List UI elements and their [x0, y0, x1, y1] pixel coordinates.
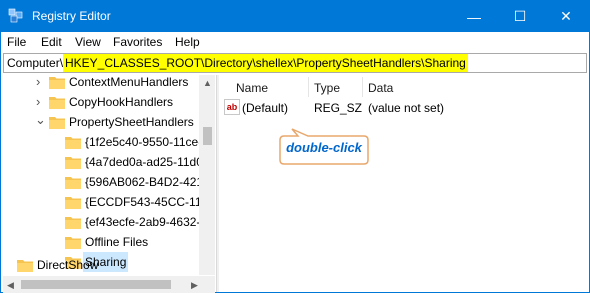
column-separator[interactable]: [362, 77, 363, 97]
tree-item-guid-1f2e5c40[interactable]: {1f2e5c40-9550-11ce-: [3, 132, 203, 152]
tree-item-directshow[interactable]: › DirectShow: [3, 255, 199, 275]
chevron-down-icon[interactable]: ⌄: [35, 110, 46, 127]
address-path-highlighted[interactable]: HKEY_CLASSES_ROOT\Directory\shellex\Prop…: [63, 54, 468, 72]
address-prefix: Computer\: [7, 56, 64, 70]
scroll-right-icon[interactable]: ▶: [191, 280, 198, 291]
scroll-up-icon[interactable]: ▲: [203, 78, 212, 88]
tree-horizontal-scrollbar[interactable]: ◀ ▶: [3, 276, 215, 293]
menu-bar: File Edit View Favorites Help: [1, 32, 589, 52]
callout-text: double-click: [286, 140, 362, 155]
scrollbar-thumb[interactable]: [203, 127, 212, 145]
address-bar[interactable]: Computer\ HKEY_CLASSES_ROOT\Directory\sh…: [3, 53, 587, 73]
registry-editor-icon: [8, 8, 23, 23]
tree-item-label: {1f2e5c40-9550-11ce-: [85, 135, 203, 149]
tree-item-guid-ef43ecfe[interactable]: {ef43ecfe-2ab9-4632-: [3, 212, 201, 232]
pane-splitter[interactable]: [216, 75, 219, 292]
minimize-icon: —: [467, 8, 481, 25]
value-type: REG_SZ: [314, 101, 363, 115]
tree-item-copyhookhandlers[interactable]: › CopyHookHandlers: [3, 92, 199, 112]
minimize-button[interactable]: —: [451, 1, 497, 32]
value-data: (value not set): [368, 101, 445, 115]
tree-item-label: PropertySheetHandlers: [69, 115, 194, 129]
tree-item-label: {ef43ecfe-2ab9-4632-: [85, 215, 201, 229]
scroll-left-icon[interactable]: ◀: [7, 280, 14, 291]
registry-editor-window: Registry Editor — ☐ ✕ File Edit View Fav…: [0, 0, 590, 293]
maximize-icon: ☐: [513, 8, 527, 24]
tree-item-contextmenuhandlers[interactable]: › ContextMenuHandlers: [3, 75, 199, 92]
tree-item-label: CopyHookHandlers: [69, 95, 174, 109]
tree-item-guid-eccdf543[interactable]: {ECCDF543-45CC-11(: [3, 192, 206, 212]
tree-item-guid-596ab062[interactable]: {596AB062-B4D2-421: [3, 172, 203, 192]
tree-item-propertysheethandlers[interactable]: ⌄ PropertySheetHandlers: [3, 112, 199, 132]
tree-item-label: ContextMenuHandlers: [69, 75, 189, 89]
tree-vertical-scrollbar[interactable]: ▲: [199, 75, 215, 275]
double-click-callout: double-click: [278, 128, 370, 166]
folder-icon: [65, 197, 81, 209]
menu-file[interactable]: File: [7, 35, 26, 49]
close-icon: ✕: [560, 8, 572, 24]
column-header-type[interactable]: Type: [314, 81, 340, 95]
tree-item-label: {596AB062-B4D2-421: [85, 175, 204, 189]
folder-icon: [65, 137, 81, 149]
folder-open-icon: [49, 117, 65, 129]
folder-icon: [65, 157, 81, 169]
folder-icon: [49, 97, 65, 109]
close-button[interactable]: ✕: [543, 1, 589, 32]
column-header-name[interactable]: Name: [236, 81, 268, 95]
column-separator[interactable]: [308, 77, 309, 97]
tree-item-label: DirectShow: [37, 258, 99, 272]
value-list-pane[interactable]: Name Type Data ab (Default) REG_SZ (valu…: [220, 75, 588, 292]
folder-icon: [65, 177, 81, 189]
menu-help[interactable]: Help: [175, 35, 200, 49]
value-name[interactable]: (Default): [242, 101, 288, 115]
title-bar[interactable]: Registry Editor — ☐ ✕: [1, 1, 589, 32]
window-title: Registry Editor: [32, 9, 111, 23]
tree-item-label: {4a7ded0a-ad25-11d0: [85, 155, 203, 169]
scrollbar-thumb[interactable]: [21, 280, 171, 289]
chevron-right-icon[interactable]: ›: [36, 92, 46, 109]
menu-edit[interactable]: Edit: [41, 35, 62, 49]
tree-item-label: {ECCDF543-45CC-11(: [85, 195, 206, 209]
chevron-right-icon[interactable]: ›: [36, 75, 46, 89]
column-header-data[interactable]: Data: [368, 81, 393, 95]
folder-icon: [49, 77, 65, 89]
menu-view[interactable]: View: [75, 35, 101, 49]
reg-sz-icon: ab: [224, 99, 240, 115]
folder-icon: [65, 217, 81, 229]
menu-favorites[interactable]: Favorites: [113, 35, 162, 49]
folder-icon: [17, 260, 33, 272]
maximize-button[interactable]: ☐: [497, 1, 543, 32]
tree-item-guid-4a7ded0a[interactable]: {4a7ded0a-ad25-11d0: [3, 152, 203, 172]
